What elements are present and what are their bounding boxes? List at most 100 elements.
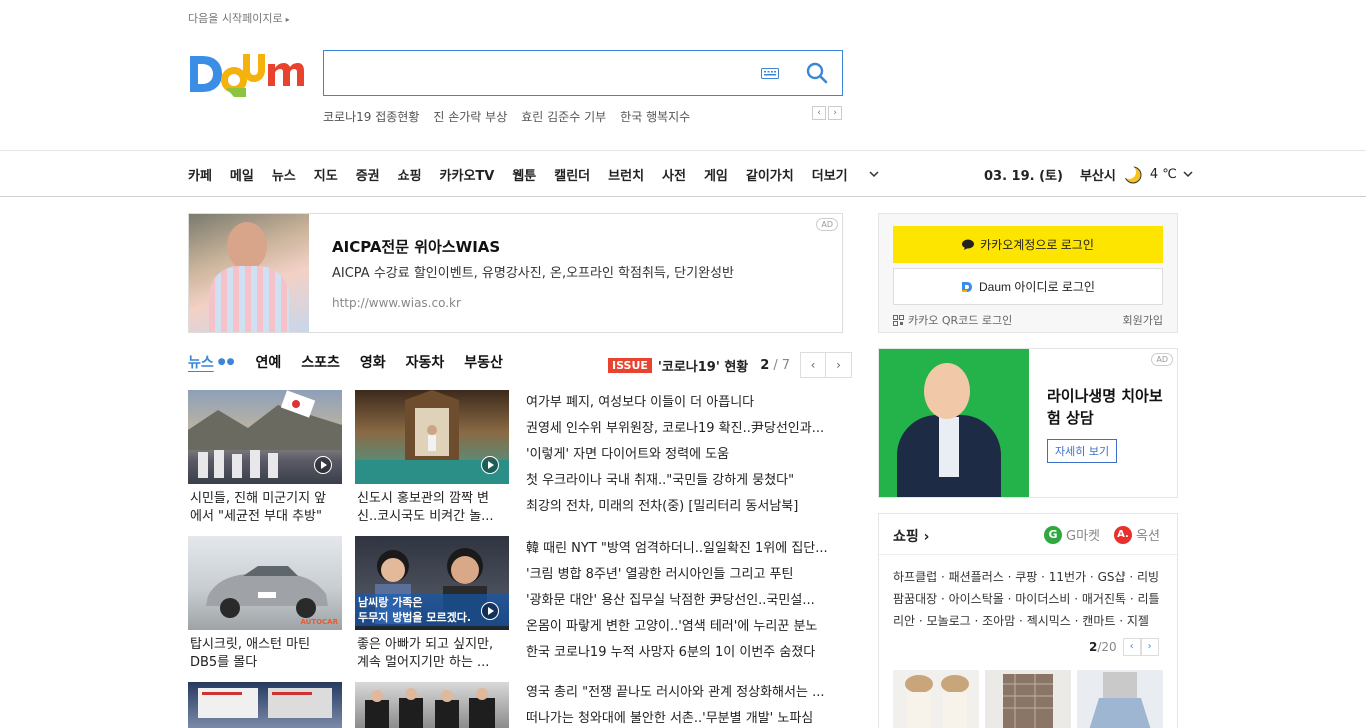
- gmarket-link[interactable]: G G마켓: [1044, 525, 1100, 544]
- play-icon: [481, 456, 499, 474]
- headline[interactable]: '이렇게' 자면 다이어트와 정력에 도움: [526, 446, 842, 472]
- more-menu-button[interactable]: 더보기: [812, 165, 879, 184]
- shopping-page-total: /20: [1097, 640, 1117, 654]
- date-text: 03. 19. (토): [984, 169, 1063, 184]
- nav-item-dictionary[interactable]: 사전: [662, 165, 686, 184]
- issue-prev-button[interactable]: ‹: [800, 352, 826, 378]
- keyboard-icon[interactable]: [761, 68, 779, 79]
- product-thumb-3[interactable]: [1077, 670, 1163, 728]
- ad2-detail-button[interactable]: 자세히 보기: [1047, 439, 1118, 463]
- news-thumb-2[interactable]: [355, 390, 509, 484]
- qr-login-link[interactable]: 카카오 QR코드 로그인: [893, 312, 1012, 328]
- trending-next-button[interactable]: ›: [828, 106, 842, 120]
- news-thumb-5[interactable]: [188, 682, 342, 728]
- auction-link[interactable]: A. 옥션: [1114, 525, 1160, 544]
- nav-item-webtoon[interactable]: 웹툰: [512, 165, 536, 184]
- shopping-title[interactable]: 쇼핑 ›: [893, 526, 929, 546]
- trending-keyword[interactable]: 한국 행복지수: [620, 108, 690, 125]
- more-label: 더보기: [811, 169, 848, 184]
- issue-area: ISSUE '코로나19' 현황 2 / 7 ‹ ›: [608, 352, 852, 378]
- insurance-ad[interactable]: 라이나생명 치아보험 상담 자세히 보기 AD: [878, 348, 1178, 498]
- headline[interactable]: 떠나가는 청와대에 불안한 서촌..'무분별 개발' 노파심: [526, 710, 842, 728]
- ad2-badge: AD: [1151, 353, 1173, 366]
- issue-page-separator: /: [773, 357, 778, 373]
- product-2-image: [1003, 674, 1053, 728]
- shopping-next-button[interactable]: ›: [1140, 638, 1159, 656]
- nav-item-calendar[interactable]: 캘린더: [554, 165, 590, 184]
- headline[interactable]: 온몸이 파랗게 변한 고양이..'염색 테러'에 누리꾼 분노: [526, 618, 842, 644]
- headline[interactable]: 한국 코로나19 누적 사망자 6분의 1이 이번주 숨졌다: [526, 644, 842, 670]
- news-thumb-3-caption[interactable]: 탑시크릿, 애스턴 마틴 DB5를 몰다: [190, 636, 344, 672]
- gmarket-icon: G: [1044, 525, 1062, 544]
- login-box: 카카오계정으로 로그인 Daum 아이디로 로그인 카카오 QR코드 로그인 회…: [878, 213, 1178, 333]
- shopping-prev-button[interactable]: ‹: [1122, 638, 1141, 656]
- news-thumb-1-caption[interactable]: 시민들, 진해 미군기지 앞 에서 "세균전 부대 추방": [190, 490, 344, 526]
- temperature-text: 4 ℃: [1149, 167, 1177, 182]
- search-box: [323, 50, 843, 96]
- ad-url: http://www.wias.co.kr: [332, 296, 461, 310]
- chat-bubble-icon: [962, 239, 975, 250]
- tab-realestate[interactable]: 부동산: [464, 352, 503, 372]
- product-3-image: [1089, 672, 1151, 728]
- play-icon: [481, 602, 499, 620]
- nav-item-kakaotv[interactable]: 카카오TV: [440, 165, 495, 184]
- ad-photo: [189, 214, 309, 332]
- chevron-right-icon: ›: [923, 529, 930, 545]
- start-page-link[interactable]: 다음을 시작페이지로 ▸: [188, 10, 290, 26]
- headline[interactable]: 첫 우크라이나 국내 취재.."국민들 강하게 뭉쳤다": [526, 472, 842, 498]
- trending-keyword[interactable]: 진 손가락 부상: [433, 108, 507, 125]
- ad-banner[interactable]: AICPA전문 위아스WIAS AICPA 수강료 할인이벤트, 유명강사진, …: [188, 213, 843, 333]
- weather-widget[interactable]: 03. 19. (토) 부산시 4 ℃: [984, 165, 1193, 184]
- issue-next-button[interactable]: ›: [826, 352, 852, 378]
- active-dots-icon: ●●: [217, 357, 236, 367]
- triangle-right-icon: ▸: [285, 15, 290, 24]
- nav-item-shopping[interactable]: 쇼핑: [398, 165, 422, 184]
- nav-item-brunch[interactable]: 브런치: [608, 165, 644, 184]
- signup-link[interactable]: 회원가입: [1123, 312, 1163, 328]
- tab-car[interactable]: 자동차: [406, 352, 445, 372]
- nav-item-cafe[interactable]: 카페: [188, 165, 212, 184]
- headline[interactable]: 권영세 인수위 부위원장, 코로나19 확진..尹당선인과...: [526, 420, 842, 446]
- headline[interactable]: 최강의 전차, 미래의 전차(중) [밀리터리 동서남북]: [526, 498, 842, 524]
- news-thumb-4[interactable]: 남씨랑 가족은 두무지 방법을 모르겠다.: [355, 536, 509, 630]
- service-menu: 카페 메일 뉴스 지도 증권 쇼핑 카카오TV 웹툰 캘린더 브런치 사전 게임…: [188, 165, 897, 184]
- news-thumb-3[interactable]: AUTOCAR: [188, 536, 342, 630]
- headline[interactable]: '크림 병합 8주년' 열광한 러시아인들 그리고 푸틴: [526, 566, 842, 592]
- issue-title[interactable]: '코로나19' 현황: [658, 356, 748, 375]
- search-input[interactable]: [334, 59, 754, 87]
- news-thumb-4-caption[interactable]: 좋은 아빠가 되고 싶지만, 계속 멀어지기만 하는 ...: [357, 636, 511, 672]
- daum-logo[interactable]: [188, 50, 304, 98]
- headline[interactable]: 韓 때린 NYT "방역 엄격하더니..일일확진 1위에 집단...: [526, 540, 842, 566]
- tab-entertainment[interactable]: 연예: [255, 352, 281, 372]
- headline[interactable]: '광화문 대안' 용산 집무실 낙점한 尹당선인..국민설...: [526, 592, 842, 618]
- product-thumb-1[interactable]: [893, 670, 979, 728]
- daum-login-button[interactable]: Daum 아이디로 로그인: [893, 268, 1163, 305]
- headline[interactable]: 영국 총리 "전쟁 끝나도 러시아와 관계 정상화해서는 ...: [526, 684, 842, 710]
- tab-sports[interactable]: 스포츠: [301, 352, 340, 372]
- nav-item-together[interactable]: 같이가치: [746, 165, 794, 184]
- start-page-link-label: 다음을 시작페이지로: [188, 12, 283, 25]
- nav-item-game[interactable]: 게임: [704, 165, 728, 184]
- nav-item-stock[interactable]: 증권: [356, 165, 380, 184]
- news-thumb-6[interactable]: [355, 682, 509, 728]
- tab-movie[interactable]: 영화: [360, 352, 386, 372]
- nav-item-mail[interactable]: 메일: [230, 165, 254, 184]
- product-thumb-2[interactable]: [985, 670, 1071, 728]
- search-button[interactable]: [804, 61, 830, 87]
- trending-prev-button[interactable]: ‹: [812, 106, 826, 120]
- shopping-links[interactable]: 하프클럽 · 패션플러스 · 쿠팡 · 11번가 · GS샵 · 리빙팜꿈대장 …: [893, 566, 1165, 632]
- chevron-down-icon: [869, 171, 879, 178]
- news-thumb-1[interactable]: [188, 390, 342, 484]
- headline[interactable]: 여가부 폐지, 여성보다 이들이 더 아픕니다: [526, 394, 842, 420]
- tab-news[interactable]: 뉴스: [188, 352, 214, 372]
- nav-item-news[interactable]: 뉴스: [272, 165, 296, 184]
- nav-item-map[interactable]: 지도: [314, 165, 338, 184]
- trending-keyword[interactable]: 코로나19 접종현황: [323, 108, 419, 125]
- trending-keyword[interactable]: 효린 김준수 기부: [521, 108, 606, 125]
- kakao-login-button[interactable]: 카카오계정으로 로그인: [893, 226, 1163, 263]
- global-nav: 카페 메일 뉴스 지도 증권 쇼핑 카카오TV 웹툰 캘린더 브런치 사전 게임…: [0, 150, 1366, 197]
- ad-title: AICPA전문 위아스WIAS: [332, 238, 501, 256]
- news-thumb-2-caption[interactable]: 신도시 홍보관의 깜짝 변 신..코시국도 비켜간 놀...: [357, 490, 511, 526]
- issue-badge: ISSUE: [608, 357, 652, 373]
- thumb-3-car: [206, 566, 328, 618]
